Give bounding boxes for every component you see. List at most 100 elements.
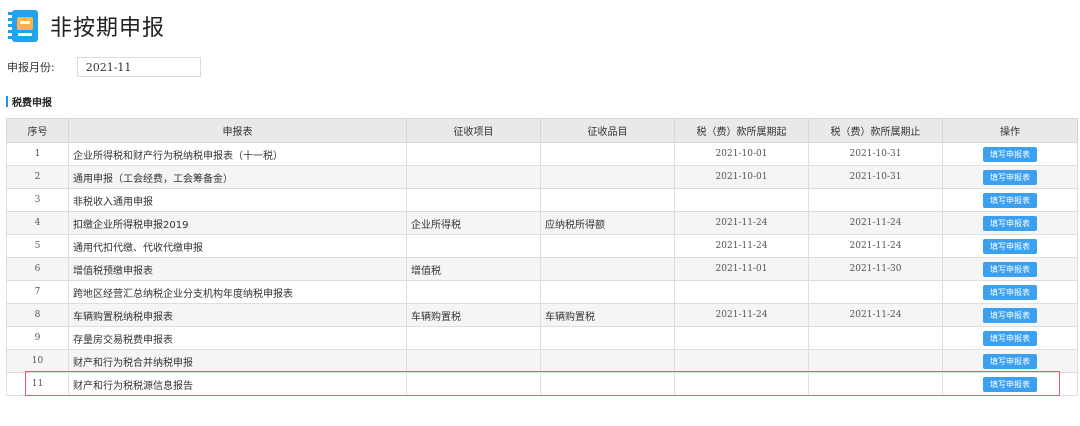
cell-action: 填写申报表 bbox=[942, 326, 1078, 350]
cell-period-start bbox=[674, 188, 809, 212]
cell-form-name: 车辆购置税纳税申报表 bbox=[68, 303, 407, 327]
col-header-action: 操作 bbox=[942, 118, 1078, 143]
cell-collection-item bbox=[406, 349, 541, 373]
table-row: 1 企业所得税和财产行为税纳税申报表（十一税） 2021-10-01 2021-10-… bbox=[6, 142, 1078, 166]
cell-no: 6 bbox=[6, 257, 69, 281]
cell-period-end: 2021-11-24 bbox=[808, 234, 943, 258]
cell-action: 填写申报表 bbox=[942, 165, 1078, 189]
cell-collection-subitem bbox=[540, 234, 675, 258]
month-input[interactable] bbox=[76, 57, 201, 77]
table-row: 3 非税收入通用申报 填写申报表 bbox=[6, 188, 1078, 212]
cell-no: 3 bbox=[6, 188, 69, 212]
cell-period-start: 2021-11-24 bbox=[674, 234, 809, 258]
cell-collection-subitem: 应纳税所得额 bbox=[540, 211, 675, 235]
cell-collection-subitem bbox=[540, 188, 675, 212]
cell-form-name: 通用申报（工会经费，工会筹备金） bbox=[68, 165, 407, 189]
col-header-item: 征收项目 bbox=[406, 118, 541, 143]
cell-action: 填写申报表 bbox=[942, 188, 1078, 212]
cell-period-end bbox=[808, 326, 943, 350]
col-header-subitem: 征收品目 bbox=[540, 118, 675, 143]
page-header: 非按期申报 bbox=[8, 8, 165, 44]
cell-collection-subitem bbox=[540, 257, 675, 281]
cell-collection-item bbox=[406, 165, 541, 189]
cell-period-end: 2021-10-31 bbox=[808, 165, 943, 189]
cell-form-name: 存量房交易税费申报表 bbox=[68, 326, 407, 350]
cell-action: 填写申报表 bbox=[942, 142, 1078, 166]
cell-period-end bbox=[808, 349, 943, 373]
col-header-no: 序号 bbox=[6, 118, 69, 143]
cell-period-end: 2021-11-24 bbox=[808, 211, 943, 235]
table-header-row: 序号 申报表 征收项目 征收品目 税（费）款所属期起 税（费）款所属期止 操作 bbox=[6, 118, 1078, 143]
cell-form-name: 非税收入通用申报 bbox=[68, 188, 407, 212]
table-row: 9 存量房交易税费申报表 填写申报表 bbox=[6, 326, 1078, 350]
table-row: 2 通用申报（工会经费，工会筹备金） 2021-10-01 2021-10-31 填写申… bbox=[6, 165, 1078, 189]
cell-period-end bbox=[808, 280, 943, 304]
cell-form-name: 扣缴企业所得税申报2019 bbox=[68, 211, 407, 235]
cell-no: 1 bbox=[6, 142, 69, 166]
cell-form-name: 企业所得税和财产行为税纳税申报表（十一税） bbox=[68, 142, 407, 166]
cell-action: 填写申报表 bbox=[942, 303, 1078, 327]
fill-declaration-button[interactable]: 填写申报表 bbox=[983, 307, 1037, 323]
cell-no: 11 bbox=[6, 372, 69, 396]
cell-period-start bbox=[674, 326, 809, 350]
declaration-table: 序号 申报表 征收项目 征收品目 税（费）款所属期起 税（费）款所属期止 操作 … bbox=[6, 118, 1078, 396]
cell-period-start: 2021-10-01 bbox=[674, 142, 809, 166]
tax-form-icon bbox=[8, 9, 38, 43]
cell-no: 4 bbox=[6, 211, 69, 235]
fill-declaration-button[interactable]: 填写申报表 bbox=[983, 215, 1037, 231]
cell-form-name: 财产和行为税合并纳税申报 bbox=[68, 349, 407, 373]
cell-no: 10 bbox=[6, 349, 69, 373]
page-title: 非按期申报 bbox=[50, 16, 166, 41]
table-row: 7 跨地区经营汇总纳税企业分支机构年度纳税申报表 填写申报表 bbox=[6, 280, 1078, 304]
cell-form-name: 通用代扣代缴、代收代缴申报 bbox=[68, 234, 407, 258]
cell-collection-item: 增值税 bbox=[406, 257, 541, 281]
fill-declaration-button[interactable]: 填写申报表 bbox=[983, 284, 1037, 300]
cell-action: 填写申报表 bbox=[942, 349, 1078, 373]
fill-declaration-button[interactable]: 填写申报表 bbox=[983, 330, 1037, 346]
cell-period-end: 2021-10-31 bbox=[808, 142, 943, 166]
cell-action: 填写申报表 bbox=[942, 257, 1078, 281]
cell-period-end bbox=[808, 372, 943, 396]
month-label: 申报月份: bbox=[7, 61, 55, 74]
table-row: 8 车辆购置税纳税申报表 车辆购置税 车辆购置税 2021-11-24 2021-11-2… bbox=[6, 303, 1078, 327]
cell-form-name: 跨地区经营汇总纳税企业分支机构年度纳税申报表 bbox=[68, 280, 407, 304]
cell-collection-subitem: 车辆购置税 bbox=[540, 303, 675, 327]
col-header-form: 申报表 bbox=[68, 118, 407, 143]
cell-collection-item bbox=[406, 372, 541, 396]
table-row: 5 通用代扣代缴、代收代缴申报 2021-11-24 2021-11-24 填写申报表 bbox=[6, 234, 1078, 258]
cell-period-end: 2021-11-24 bbox=[808, 303, 943, 327]
month-filter: 申报月份: bbox=[7, 56, 201, 78]
cell-form-name: 财产和行为税税源信息报告 bbox=[68, 372, 407, 396]
cell-period-start: 2021-11-24 bbox=[674, 303, 809, 327]
cell-collection-item bbox=[406, 188, 541, 212]
fill-declaration-button[interactable]: 填写申报表 bbox=[983, 353, 1037, 369]
fill-declaration-button[interactable]: 填写申报表 bbox=[983, 146, 1037, 162]
cell-period-start bbox=[674, 349, 809, 373]
table-row: 10 财产和行为税合并纳税申报 填写申报表 bbox=[6, 349, 1078, 373]
fill-declaration-button[interactable]: 填写申报表 bbox=[983, 261, 1037, 277]
section-title: 税费申报 bbox=[6, 95, 52, 109]
cell-collection-subitem bbox=[540, 349, 675, 373]
cell-collection-item bbox=[406, 326, 541, 350]
cell-period-start: 2021-11-24 bbox=[674, 211, 809, 235]
cell-period-end bbox=[808, 188, 943, 212]
cell-collection-subitem bbox=[540, 326, 675, 350]
cell-action: 填写申报表 bbox=[942, 280, 1078, 304]
cell-collection-subitem bbox=[540, 165, 675, 189]
cell-form-name: 增值税预缴申报表 bbox=[68, 257, 407, 281]
cell-no: 9 bbox=[6, 326, 69, 350]
cell-period-start: 2021-10-01 bbox=[674, 165, 809, 189]
cell-action: 填写申报表 bbox=[942, 372, 1078, 396]
section-bar bbox=[6, 96, 8, 107]
col-header-end: 税（费）款所属期止 bbox=[808, 118, 943, 143]
fill-declaration-button[interactable]: 填写申报表 bbox=[983, 376, 1037, 392]
cell-collection-item: 企业所得税 bbox=[406, 211, 541, 235]
cell-collection-subitem bbox=[540, 142, 675, 166]
fill-declaration-button[interactable]: 填写申报表 bbox=[983, 192, 1037, 208]
table-row: 4 扣缴企业所得税申报2019 企业所得税 应纳税所得额 2021-11-24 2021-… bbox=[6, 211, 1078, 235]
fill-declaration-button[interactable]: 填写申报表 bbox=[983, 238, 1037, 254]
table-row: 11 财产和行为税税源信息报告 填写申报表 bbox=[6, 372, 1078, 396]
fill-declaration-button[interactable]: 填写申报表 bbox=[983, 169, 1037, 185]
cell-no: 8 bbox=[6, 303, 69, 327]
cell-no: 7 bbox=[6, 280, 69, 304]
